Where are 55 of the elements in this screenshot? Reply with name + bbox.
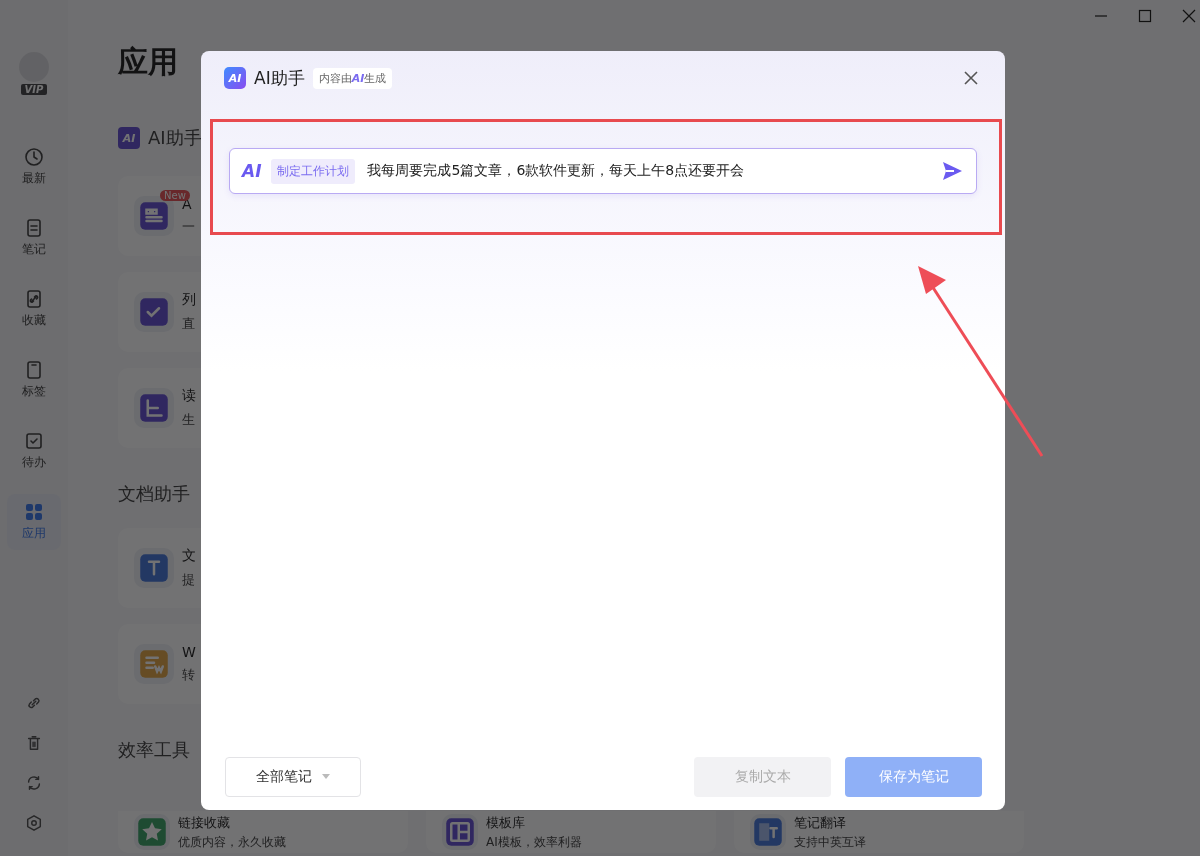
link-icon [24,289,44,309]
send-icon[interactable] [940,159,964,183]
grid-icon [24,502,44,522]
card-title: 文 [182,547,196,565]
section-title: AI助手 [148,126,202,150]
card-subtitle: 直 [182,315,196,333]
quote-icon [139,201,169,231]
sidebar-item[interactable]: 笔记 [7,210,61,266]
card-title: W [182,644,196,660]
card-subtitle: 转 [182,666,196,684]
card-title: 模板库 [486,813,526,832]
card-title: 链接收藏 [178,813,231,832]
layout-icon [445,817,475,847]
sidebar-item[interactable]: 收藏 [7,281,61,337]
vip-badge: VIP [20,84,48,95]
trash-icon[interactable] [25,734,43,752]
card-subtitle: 支持中英互译 [794,833,866,851]
dialog-title: AI助手 [254,66,305,90]
card-subtitle: 生 [182,411,196,429]
ai-logo-icon: AI [242,161,262,181]
card-title: 读 [182,387,196,405]
clock-icon [24,147,44,167]
document-icon [24,218,44,238]
sidebar-item[interactable]: 标签 [7,352,61,408]
checkbox-icon [24,431,44,451]
bookmark-icon [24,360,44,380]
translate-icon [753,817,783,847]
section-title: 文档助手 [118,482,190,506]
caret-icon [322,774,330,780]
sidebar-item[interactable]: 待办 [7,423,61,479]
document-icon [139,649,169,679]
card-subtitle: 提 [182,571,196,589]
checkmark-icon [139,297,169,327]
ai-generated-badge: 内容由AI生成 [312,67,393,89]
sync-icon[interactable] [25,774,43,792]
sidebar-item[interactable]: 应用 [7,494,61,550]
maximize-icon[interactable] [1138,9,1152,23]
page-title: 应用 [118,43,178,81]
close-icon[interactable] [963,70,979,86]
prompt-field[interactable]: AI 制定工作计划 我每周要完成5篇文章，6款软件更新，每天上午8点还要开会 [229,148,977,194]
card-title: 列 [182,291,196,309]
card-subtitle: 优质内容，永久收藏 [178,833,286,851]
sidebar-item[interactable]: 最新 [7,139,61,195]
settings-icon[interactable] [25,814,43,832]
new-badge: New [160,190,190,201]
close-icon[interactable] [1182,9,1196,23]
ai-logo-icon: AI [118,127,140,149]
letter-t-icon [139,553,169,583]
card-subtitle: AI模板，效率利器 [486,833,582,851]
prompt-tag[interactable]: 制定工作计划 [271,158,356,184]
card-title: 笔记翻译 [794,813,847,832]
notebook-dropdown[interactable]: 全部笔记 [225,757,361,797]
section-title: 效率工具 [118,738,190,762]
book-icon [139,393,169,423]
ai-logo-icon: AI [224,67,246,89]
